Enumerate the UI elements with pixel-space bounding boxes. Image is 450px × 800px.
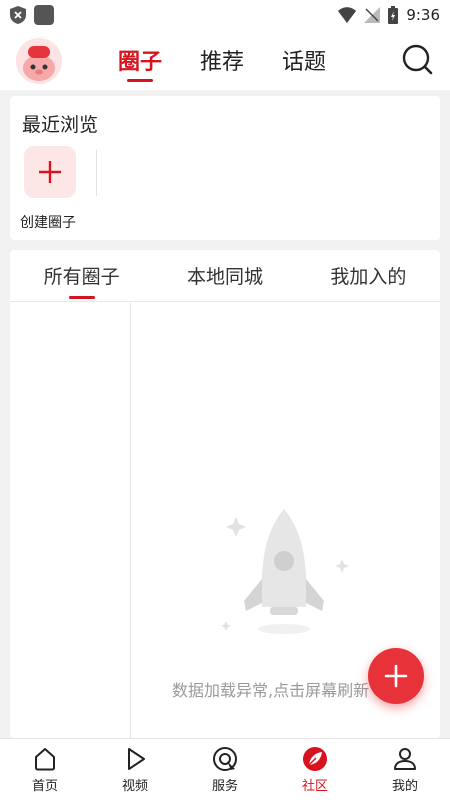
search-icon[interactable] <box>400 42 436 78</box>
tab-recommended[interactable]: 推荐 <box>200 30 244 90</box>
nav-service[interactable]: 服务 <box>180 739 270 800</box>
nav-community[interactable]: 社区 <box>270 739 360 800</box>
play-icon <box>128 748 145 770</box>
floating-add-button[interactable] <box>368 648 424 704</box>
home-icon <box>35 748 55 771</box>
status-bar: 9:36 <box>0 0 450 30</box>
nav-profile-label: 我的 <box>391 779 418 794</box>
tab-topics[interactable]: 话题 <box>282 30 326 90</box>
nav-video[interactable]: 视频 <box>90 739 180 800</box>
wifi-icon <box>338 7 357 23</box>
bottom-nav: 首页 视频 服务 社区 我的 <box>0 738 450 800</box>
tab-circles[interactable]: 圈子 <box>118 30 162 90</box>
recent-title: 最近浏览 <box>22 114 99 136</box>
battery-icon <box>388 6 399 24</box>
profile-icon <box>394 748 416 770</box>
nav-home-label: 首页 <box>31 779 58 794</box>
plus-icon <box>384 664 408 688</box>
subtab-local[interactable]: 本地同城 <box>153 250 296 301</box>
status-time: 9:36 <box>406 6 440 24</box>
top-tabs: 圈子 推荐 话题 <box>118 30 326 90</box>
nav-profile[interactable]: 我的 <box>360 739 450 800</box>
mascot-icon <box>16 38 62 84</box>
service-icon <box>213 747 237 771</box>
divider <box>96 150 97 196</box>
circle-subtabs: 所有圈子 本地同城 我加入的 <box>10 250 440 302</box>
load-error-text[interactable]: 数据加载异常,点击屏幕刷新 <box>172 677 369 701</box>
create-circle-label: 创建圈子 <box>20 215 76 231</box>
subtab-joined[interactable]: 我加入的 <box>297 250 440 301</box>
recent-card: 最近浏览 创建圈子 <box>10 96 440 240</box>
community-icon <box>303 747 327 771</box>
app-notification-icon <box>34 5 54 25</box>
create-circle-button[interactable] <box>24 146 76 198</box>
subtab-all-circles[interactable]: 所有圈子 <box>10 250 153 301</box>
nav-community-label: 社区 <box>301 779 328 794</box>
avatar[interactable] <box>16 38 62 84</box>
rocket-illustration-icon <box>221 509 349 634</box>
nav-service-label: 服务 <box>211 779 238 794</box>
nav-video-label: 视频 <box>121 779 148 794</box>
shield-icon <box>10 6 26 24</box>
top-nav: 圈子 推荐 话题 <box>0 30 450 90</box>
plus-icon <box>39 161 61 183</box>
nav-home[interactable]: 首页 <box>0 739 90 800</box>
no-signal-icon <box>364 7 381 23</box>
category-column[interactable] <box>10 303 131 738</box>
